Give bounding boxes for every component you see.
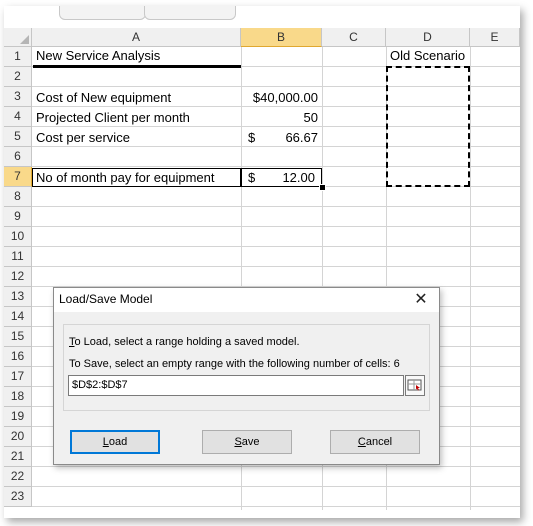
name-box-fragment <box>59 6 146 20</box>
row-header-12[interactable]: 12 <box>4 267 32 287</box>
row-header-7[interactable]: 7 <box>4 167 32 187</box>
row-header-6[interactable]: 6 <box>4 147 32 167</box>
row-header-23[interactable]: 23 <box>4 487 32 507</box>
row-header-19[interactable]: 19 <box>4 407 32 427</box>
column-header-b[interactable]: B <box>241 28 322 47</box>
cell-a5[interactable]: Cost per service <box>36 128 130 148</box>
column-header-d[interactable]: D <box>386 28 470 47</box>
row-header-13[interactable]: 13 <box>4 287 32 307</box>
cell-b7[interactable]: 12.00 <box>241 168 315 188</box>
row-header-20[interactable]: 20 <box>4 427 32 447</box>
dialog-title-bar[interactable]: Load/Save Model ✕ <box>54 288 439 312</box>
column-header-a[interactable]: A <box>32 28 241 47</box>
gridline <box>32 466 520 467</box>
row-header-1[interactable]: 1 <box>4 47 32 67</box>
row-header-22[interactable]: 22 <box>4 467 32 487</box>
fill-handle[interactable] <box>319 184 326 191</box>
row-header-10[interactable]: 10 <box>4 227 32 247</box>
formula-bar-fragment <box>144 6 236 20</box>
gridline <box>470 47 471 510</box>
ribbon-edge-strip <box>4 6 520 28</box>
range-select-icon <box>407 379 422 391</box>
cell-b4[interactable]: 50 <box>241 108 318 128</box>
cell-a1[interactable]: New Service Analysis <box>36 46 160 66</box>
range-collapse-button[interactable] <box>405 375 425 396</box>
cell-b5[interactable]: 66.67 <box>241 128 318 148</box>
gridline <box>32 266 520 267</box>
load-label: oad <box>108 436 128 448</box>
gridline <box>32 486 520 487</box>
column-header-e[interactable]: E <box>470 28 520 47</box>
dialog-title: Load/Save Model <box>59 292 153 306</box>
save-label: ave <box>241 436 260 448</box>
cell-a4[interactable]: Projected Client per month <box>36 108 190 128</box>
row-header-21[interactable]: 21 <box>4 447 32 467</box>
gridline <box>32 506 520 507</box>
column-header-c[interactable]: C <box>322 28 386 47</box>
select-all-corner[interactable] <box>4 28 32 47</box>
load-button[interactable]: Load <box>70 430 160 454</box>
cell-b3[interactable]: $40,000.00 <box>241 88 318 108</box>
row-header-9[interactable]: 9 <box>4 207 32 227</box>
close-icon[interactable]: ✕ <box>411 290 431 310</box>
cell-a1-bottom-border <box>33 65 241 68</box>
row-header-14[interactable]: 14 <box>4 307 32 327</box>
cancel-label: ancel <box>365 436 393 448</box>
load-save-model-dialog: Load/Save Model ✕ To Load, select a rang… <box>53 287 440 465</box>
row-header-11[interactable]: 11 <box>4 247 32 267</box>
gridline <box>32 206 520 207</box>
selected-range-d2-d7[interactable] <box>386 66 470 187</box>
load-instruction: To Load, select a range holding a saved … <box>69 336 300 348</box>
range-input[interactable]: $D$2:$D$7 <box>68 375 404 396</box>
row-header-8[interactable]: 8 <box>4 187 32 207</box>
row-header-18[interactable]: 18 <box>4 387 32 407</box>
save-instruction: To Save, select an empty range with the … <box>69 358 400 370</box>
save-button[interactable]: Save <box>202 430 292 454</box>
row-header-4[interactable]: 4 <box>4 107 32 127</box>
row-header-5[interactable]: 5 <box>4 127 32 147</box>
cell-a3[interactable]: Cost of New equipment <box>36 88 171 108</box>
cell-a7[interactable]: No of month pay for equipment <box>36 168 215 188</box>
save-mnemonic: S <box>234 436 242 448</box>
row-header-2[interactable]: 2 <box>4 67 32 87</box>
load-instruction-text: o Load, select a range holding a saved m… <box>74 336 300 348</box>
row-header-15[interactable]: 15 <box>4 327 32 347</box>
gridline <box>32 226 520 227</box>
cancel-mnemonic: C <box>357 436 366 448</box>
row-header-17[interactable]: 17 <box>4 367 32 387</box>
gridline <box>32 246 520 247</box>
cell-d1[interactable]: Old Scenario <box>390 46 465 66</box>
row-header-16[interactable]: 16 <box>4 347 32 367</box>
cancel-button[interactable]: Cancel <box>330 430 420 454</box>
row-header-3[interactable]: 3 <box>4 87 32 107</box>
